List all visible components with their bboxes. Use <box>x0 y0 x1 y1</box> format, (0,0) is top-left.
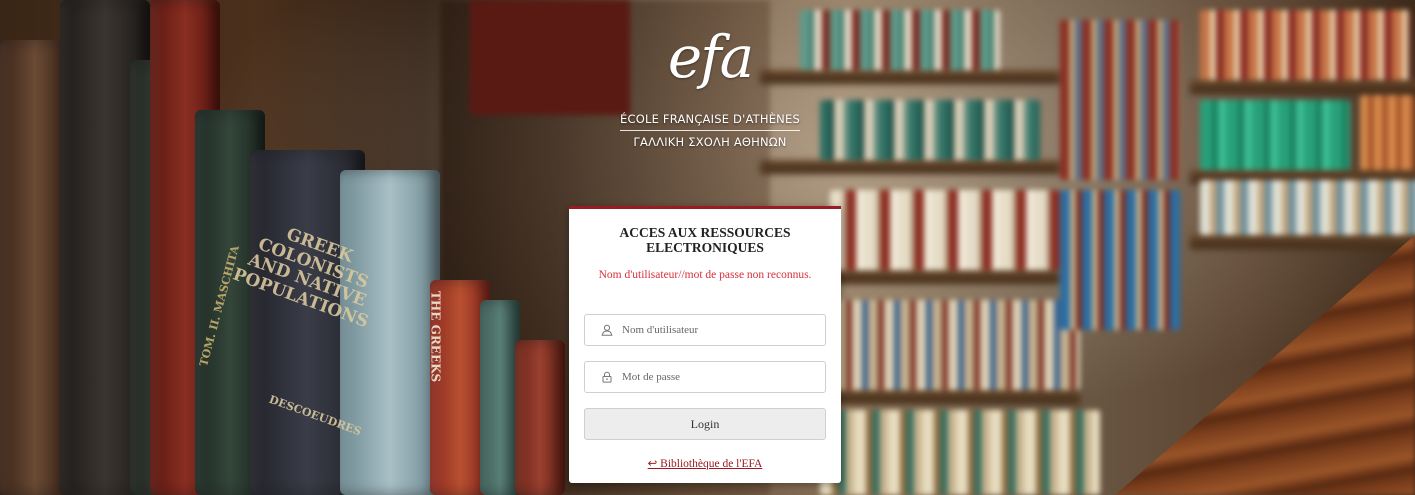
lock-icon <box>600 370 614 384</box>
login-error-message: Nom d'utilisateur//mot de passe non reco… <box>598 269 812 281</box>
logo-name-greek: ΓΑΛΛΙΚΗ ΣΧΟΛΗ ΑΘΗΝΩΝ <box>633 135 787 149</box>
logo-name-french: ÉCOLE FRANÇAISE D'ATHÈNES <box>620 112 800 131</box>
user-icon <box>600 323 614 337</box>
login-button[interactable]: Login <box>584 408 826 440</box>
password-field[interactable] <box>584 361 826 393</box>
login-card: ACCES AUX RESSOURCES ELECTRONIQUES Nom d… <box>569 206 841 483</box>
library-back-link[interactable]: ↩ Bibliothèque de l'EFA <box>569 456 841 470</box>
login-title: ACCES AUX RESSOURCES ELECTRONIQUES <box>619 225 791 255</box>
efa-logo-mark: efa <box>667 23 754 91</box>
username-input[interactable] <box>622 324 802 336</box>
efa-logo: efa ÉCOLE FRANÇAISE D'ATHÈNES ΓΑΛΛΙΚΗ ΣΧ… <box>620 28 800 149</box>
username-field[interactable] <box>584 314 826 346</box>
password-input[interactable] <box>622 371 802 383</box>
book-spine-the-greeks: THE GREEKS <box>428 290 443 383</box>
